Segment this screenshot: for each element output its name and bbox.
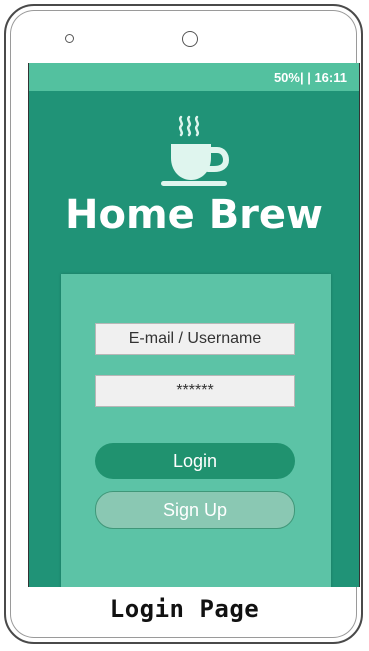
app-title: Home Brew <box>65 192 323 238</box>
signup-button[interactable]: Sign Up <box>95 491 295 529</box>
login-card: E-mail / Username ****** Login Sign Up <box>61 274 331 587</box>
password-field[interactable]: ****** <box>95 375 295 407</box>
status-bar: 50%| | 16:11 <box>29 63 359 91</box>
page-caption: Login Page <box>109 595 260 623</box>
username-field[interactable]: E-mail / Username <box>95 323 295 355</box>
status-text: 50%| | 16:11 <box>273 70 347 85</box>
camera-icon <box>182 31 198 47</box>
app-screen: 50%| | 16:11 Home Brew E-mail / Username… <box>28 63 360 587</box>
speaker-icon <box>65 34 74 43</box>
login-button[interactable]: Login <box>95 443 295 479</box>
phone-frame: 50%| | 16:11 Home Brew E-mail / Username… <box>4 4 363 644</box>
coffee-cup-icon <box>161 115 230 186</box>
